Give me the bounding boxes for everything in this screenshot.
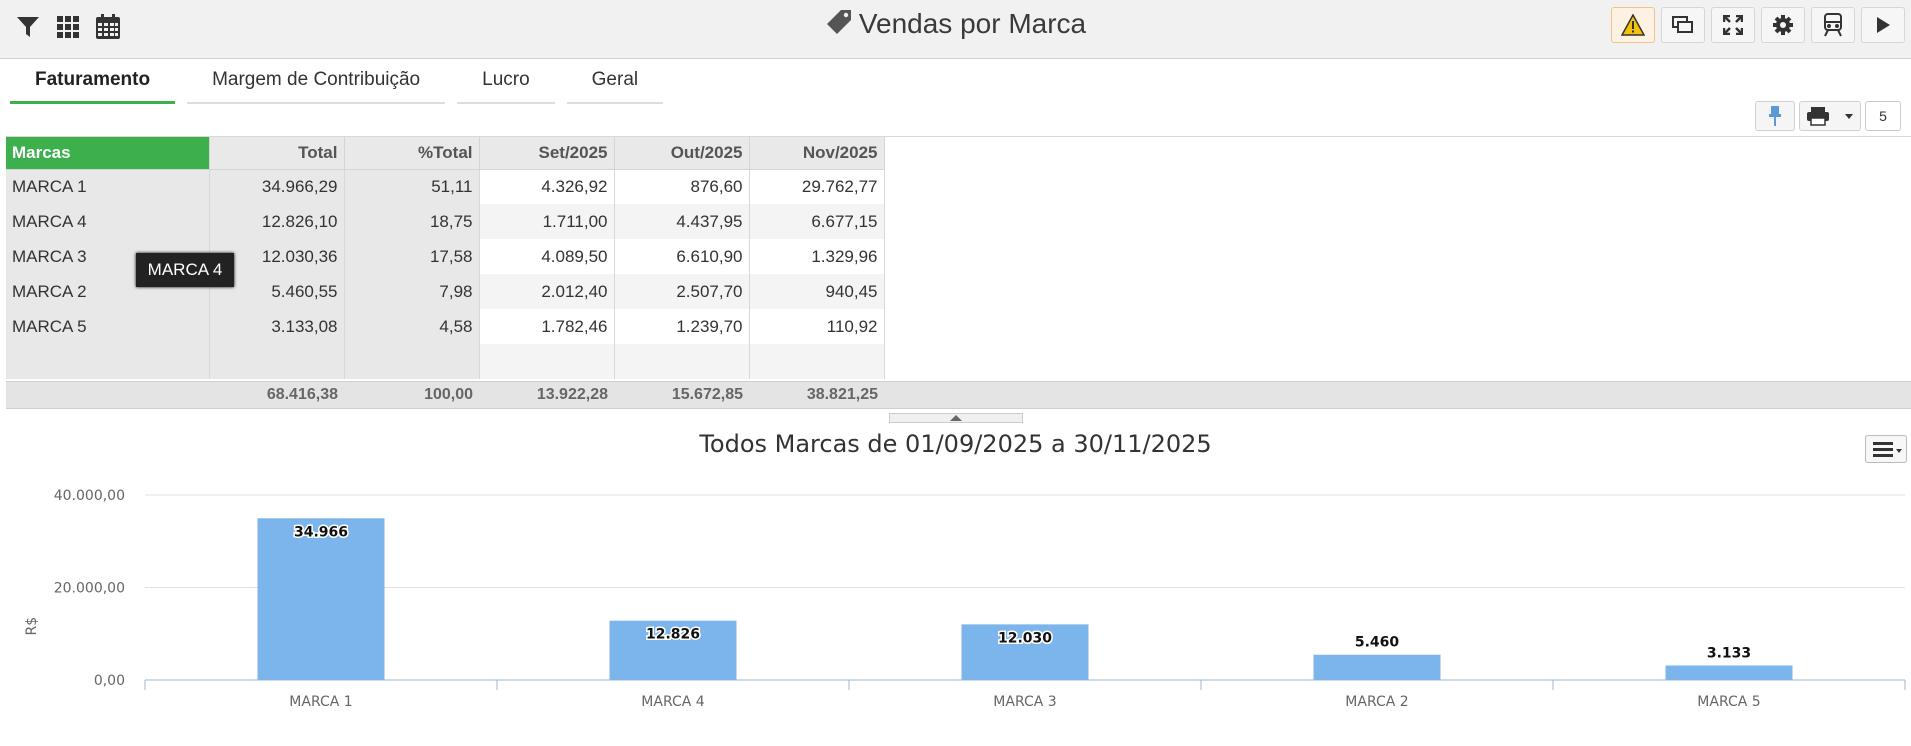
count-badge[interactable]: 5 <box>1865 101 1901 131</box>
data-label: 5.460 <box>1355 635 1400 651</box>
train-icon <box>1824 13 1842 37</box>
bar-chart: 0,00 20.000,00 40.000,00 R$ 34.966 MARCA 1 12.… <box>24 488 1906 710</box>
x-tick-label: MARCA 1 <box>289 694 352 710</box>
column-header-out[interactable]: Out/2025 <box>614 137 750 170</box>
y-tick-label: 40.000,00 <box>54 488 125 504</box>
windows-button[interactable] <box>1661 7 1705 43</box>
table-cell: 4,58 <box>344 309 480 344</box>
tooltip: MARCA 4 <box>136 253 234 287</box>
table-cell: 1.239,70 <box>614 309 750 344</box>
tab-geral[interactable]: Geral <box>566 66 664 104</box>
column-header-pct-total[interactable]: %Total <box>344 137 480 170</box>
table-cell: 1.329,96 <box>749 239 885 274</box>
table-row[interactable]: MARCA 1 34.966,29 51,11 4.326,92 876,60 … <box>6 169 885 204</box>
table-cell: 110,92 <box>749 309 885 344</box>
y-axis-label: R$ <box>24 617 40 636</box>
chart-title: Todos Marcas de 01/09/2025 a 30/11/2025 <box>699 430 1212 458</box>
total-set: 13.922,28 <box>536 386 608 403</box>
table-cell: 876,60 <box>614 169 750 204</box>
page-title-text: Vendas por Marca <box>858 8 1087 39</box>
empty-row <box>6 344 885 379</box>
bar <box>1665 665 1793 680</box>
x-tick-label: MARCA 2 <box>1345 694 1408 710</box>
bar <box>257 518 385 680</box>
fullscreen-icon <box>1723 15 1743 35</box>
chart-menu-button[interactable] <box>1865 435 1907 463</box>
pin-button[interactable] <box>1755 101 1795 131</box>
pin-icon <box>1769 106 1781 126</box>
warning-icon <box>1621 14 1645 36</box>
data-label: 34.966 <box>294 524 348 540</box>
tab-faturamento[interactable]: Faturamento <box>10 66 176 104</box>
table-cell: 29.762,77 <box>749 169 885 204</box>
menu-icon <box>1873 442 1902 457</box>
table-cell: 940,45 <box>749 274 885 309</box>
table-cell: 6.677,15 <box>749 204 885 239</box>
x-tick-label: MARCA 4 <box>641 694 704 710</box>
data-label: 12.826 <box>646 627 700 643</box>
table-cell: MARCA 1 <box>6 169 210 204</box>
splitter-handle[interactable] <box>889 413 1023 423</box>
column-header-total[interactable]: Total <box>209 137 345 170</box>
data-label: 3.133 <box>1707 646 1751 662</box>
play-icon <box>1877 17 1890 33</box>
x-tick-label: MARCA 3 <box>993 694 1056 710</box>
table-cell: 18,75 <box>344 204 480 239</box>
tab-margem-contribuicao[interactable]: Margem de Contribuição <box>187 66 446 104</box>
tab-bar: Faturamento Margem de Contribuição Lucro… <box>10 66 664 104</box>
settings-button[interactable] <box>1761 7 1805 43</box>
table-row[interactable]: MARCA 4 12.826,10 18,75 1.711,00 4.437,9… <box>6 204 885 239</box>
table-cell: 1.711,00 <box>479 204 615 239</box>
table-cell: MARCA 4 <box>6 204 210 239</box>
table-cell: 4.089,50 <box>479 239 615 274</box>
table-cell: 3.133,08 <box>209 309 345 344</box>
play-button[interactable] <box>1861 7 1905 43</box>
table-header-row: Marcas Total %Total Set/2025 Out/2025 No… <box>6 137 885 170</box>
table-cell: 1.782,46 <box>479 309 615 344</box>
table-cell: 7,98 <box>344 274 480 309</box>
table-cell: 34.966,29 <box>209 169 345 204</box>
print-button[interactable] <box>1799 101 1861 131</box>
chevron-down-icon <box>1845 114 1853 119</box>
table-cell: 6.610,90 <box>614 239 750 274</box>
table-cell: 2.507,70 <box>614 274 750 309</box>
gear-icon <box>1773 15 1793 35</box>
table-cell: 4.437,95 <box>614 204 750 239</box>
data-label: 12.030 <box>998 630 1052 646</box>
total-nov: 38.821,25 <box>806 386 878 403</box>
table-cell: 51,11 <box>344 169 480 204</box>
tab-lucro[interactable]: Lucro <box>457 66 555 104</box>
table-cell: MARCA 5 <box>6 309 210 344</box>
total-out: 15.672,85 <box>671 386 743 403</box>
y-tick-label: 0,00 <box>94 673 125 689</box>
x-tick-label: MARCA 5 <box>1697 694 1760 710</box>
y-tick-label: 20.000,00 <box>54 581 125 597</box>
total-sum: 68.416,38 <box>266 386 338 403</box>
table-cell: 17,58 <box>344 239 480 274</box>
table-cell: 12.826,10 <box>209 204 345 239</box>
top-bar: Vendas por Marca <box>0 0 1911 59</box>
table-cell: 4.326,92 <box>479 169 615 204</box>
totals-row: 68.416,38 100,00 13.922,28 15.672,85 38.… <box>6 381 1911 409</box>
bar <box>1313 654 1441 680</box>
print-icon <box>1807 107 1829 126</box>
fullscreen-button[interactable] <box>1711 7 1755 43</box>
table-cell: 2.012,40 <box>479 274 615 309</box>
windows-icon <box>1672 16 1693 33</box>
tag-icon <box>825 8 853 43</box>
right-toolbar <box>1611 7 1905 43</box>
column-header-set[interactable]: Set/2025 <box>479 137 615 170</box>
table-row[interactable]: MARCA 5 3.133,08 4,58 1.782,46 1.239,70 … <box>6 309 885 344</box>
train-button[interactable] <box>1811 7 1855 43</box>
warning-button[interactable] <box>1611 7 1655 43</box>
grid-toolbar: 5 <box>1755 101 1901 131</box>
column-header-marcas[interactable]: Marcas <box>6 137 210 170</box>
total-pct: 100,00 <box>424 386 473 403</box>
column-header-nov[interactable]: Nov/2025 <box>749 137 885 170</box>
